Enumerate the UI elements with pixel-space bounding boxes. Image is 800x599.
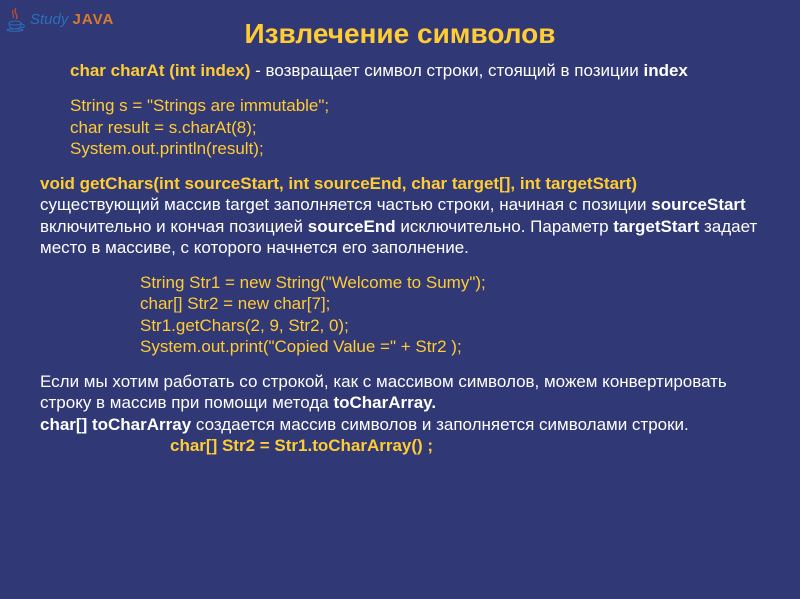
signature-getChars: void getChars(int sourceStart, int sourc…: [40, 173, 760, 194]
bold: sourceStart: [651, 195, 745, 214]
text: включительно и кончая позицией: [40, 217, 308, 236]
text: исключительно. Параметр: [396, 217, 614, 236]
bold: targetStart: [613, 217, 699, 236]
code-line: System.out.println(result);: [70, 138, 760, 159]
paragraph-2: void getChars(int sourceStart, int sourc…: [40, 173, 760, 258]
signature-toCharArray: char[] toCharArray: [40, 415, 191, 434]
code-line: char[] Str2 = Str1.toCharArray() ;: [170, 435, 760, 456]
code-line: Str1.getChars(2, 9, Str2, 0);: [140, 315, 760, 336]
code-line: String Str1 = new String("Welcome to Sum…: [140, 272, 760, 293]
logo: Study JAVA: [6, 6, 114, 32]
slide-title: Извлечение символов: [0, 0, 800, 60]
java-cup-icon: [6, 6, 26, 32]
paragraph-4: char[] toCharArray создается массив симв…: [40, 414, 760, 435]
code-block-1: String s = "Strings are immutable"; char…: [40, 95, 760, 159]
logo-study: Study: [30, 11, 68, 28]
code-line: char result = s.charAt(8);: [70, 117, 760, 138]
paragraph-3: Если мы хотим работать со строкой, как с…: [40, 371, 760, 414]
bold: toCharArray.: [333, 393, 436, 412]
desc-1b: index: [643, 61, 687, 80]
text: существующий массив target заполняется ч…: [40, 195, 651, 214]
logo-java: JAVA: [73, 11, 115, 28]
code-block-3: char[] Str2 = Str1.toCharArray() ;: [40, 435, 760, 456]
paragraph-1: char charAt (int index) - возвращает сим…: [40, 60, 760, 81]
desc-1a: - возвращает символ строки, стоящий в по…: [250, 61, 643, 80]
code-line: String s = "Strings are immutable";: [70, 95, 760, 116]
code-line: System.out.print("Copied Value =" + Str2…: [140, 336, 760, 357]
code-line: char[] Str2 = new char[7];: [140, 293, 760, 314]
logo-text: Study JAVA: [30, 11, 114, 28]
signature-charAt: char charAt (int index): [70, 61, 250, 80]
code-block-2: String Str1 = new String("Welcome to Sum…: [40, 272, 760, 357]
slide-content: char charAt (int index) - возвращает сим…: [0, 60, 800, 456]
bold: sourceEnd: [308, 217, 396, 236]
text: создается массив символов и заполняется …: [191, 415, 689, 434]
